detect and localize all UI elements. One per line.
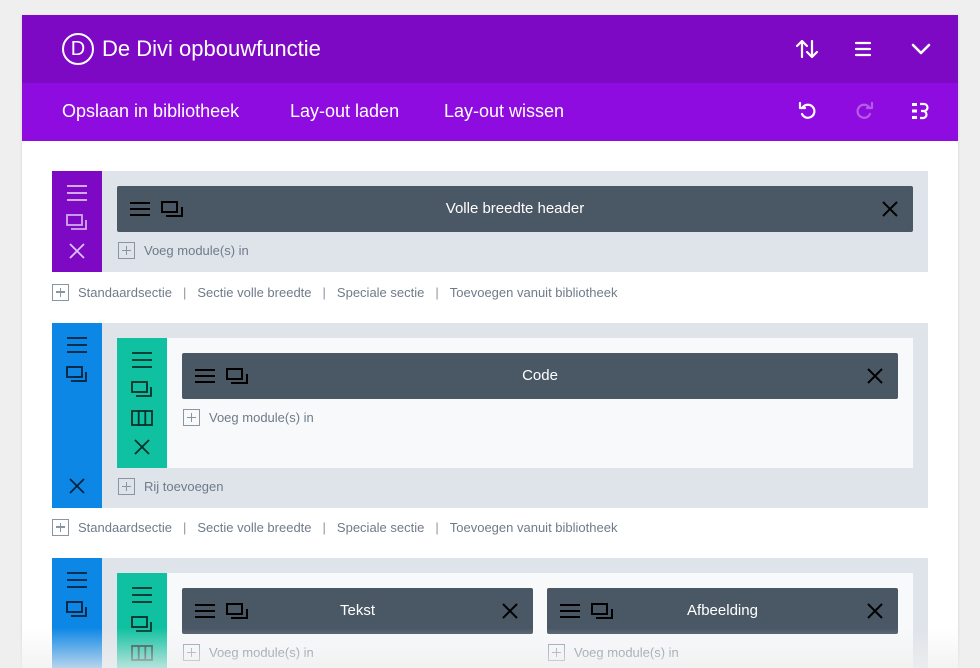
insert-module-button[interactable]: Voeg module(s) in <box>183 409 314 426</box>
insert-module-button[interactable]: Voeg module(s) in <box>183 644 314 661</box>
regular-section: Tekst Afbeelding Voeg module(s) in Voeg … <box>52 558 928 668</box>
insert-module-button[interactable]: Voeg module(s) in <box>548 644 679 661</box>
regular-section: Code Voeg module(s) in Rij toevoegen <box>52 323 928 508</box>
move-menu-icon[interactable] <box>130 585 154 605</box>
redo-icon[interactable] <box>853 100 875 122</box>
history-icon[interactable] <box>909 100 931 122</box>
sort-arrows-icon[interactable] <box>794 37 820 61</box>
plus-icon <box>548 644 565 661</box>
separator: | <box>322 519 326 535</box>
module-duplicate-icon[interactable] <box>226 367 248 385</box>
separator: | <box>182 519 187 535</box>
module-menu-icon[interactable] <box>194 367 216 385</box>
close-icon[interactable] <box>65 241 89 261</box>
add-fullwidth-section[interactable]: Sectie volle breedte <box>197 520 311 535</box>
move-menu-icon[interactable] <box>65 570 89 590</box>
save-to-library-button[interactable]: Opslaan in bibliotheek <box>62 101 239 122</box>
module-menu-icon[interactable] <box>559 602 581 620</box>
duplicate-icon[interactable] <box>65 364 89 384</box>
plus-icon[interactable] <box>52 283 69 301</box>
module-close-icon[interactable] <box>866 367 884 385</box>
move-menu-icon[interactable] <box>65 335 89 355</box>
undo-icon[interactable] <box>797 100 819 122</box>
builder-toolbar: Opslaan in bibliotheek Lay-out laden Lay… <box>22 83 958 141</box>
row-handle[interactable] <box>117 573 167 668</box>
section-handle[interactable] <box>52 558 102 668</box>
module-code[interactable]: Code <box>182 353 898 399</box>
module-close-icon[interactable] <box>866 602 884 620</box>
separator: | <box>435 284 439 300</box>
plus-icon <box>118 478 135 495</box>
plus-icon[interactable] <box>52 518 69 536</box>
separator: | <box>182 284 187 300</box>
duplicate-icon[interactable] <box>130 379 154 399</box>
add-from-library[interactable]: Toevoegen vanuit bibliotheek <box>450 285 618 300</box>
module-duplicate-icon[interactable] <box>161 200 183 218</box>
insert-module-button[interactable]: Voeg module(s) in <box>118 242 249 259</box>
add-standard-section[interactable]: Standaardsectie <box>78 285 172 300</box>
columns-icon[interactable] <box>130 643 154 663</box>
chevron-down-icon[interactable] <box>908 37 934 61</box>
module-close-icon[interactable] <box>501 602 519 620</box>
module-duplicate-icon[interactable] <box>591 602 613 620</box>
module-label: Code <box>522 367 558 384</box>
module-menu-icon[interactable] <box>194 602 216 620</box>
module-close-icon[interactable] <box>881 200 899 218</box>
insert-module-label: Voeg module(s) in <box>209 410 314 425</box>
insert-module-label: Voeg module(s) in <box>144 243 249 258</box>
divi-logo: D <box>62 33 94 65</box>
add-section-bar: Standaardsectie | Sectie volle breedte |… <box>52 517 617 537</box>
separator: | <box>322 284 326 300</box>
builder-title: De Divi opbouwfunctie <box>102 36 321 61</box>
row: Code Voeg module(s) in <box>117 338 913 468</box>
row-handle[interactable] <box>117 338 167 468</box>
plus-icon <box>118 242 135 259</box>
load-layout-button[interactable]: Lay-out laden <box>290 101 399 122</box>
add-row-button[interactable]: Rij toevoegen <box>118 478 224 495</box>
close-icon[interactable] <box>130 437 154 457</box>
plus-icon <box>183 409 200 426</box>
menu-icon[interactable] <box>850 37 876 61</box>
section-handle[interactable] <box>52 171 102 272</box>
separator: | <box>435 519 439 535</box>
module-text[interactable]: Tekst <box>182 588 533 634</box>
add-special-section[interactable]: Speciale sectie <box>337 520 424 535</box>
insert-module-label: Voeg module(s) in <box>209 645 314 660</box>
add-standard-section[interactable]: Standaardsectie <box>78 520 172 535</box>
builder-header: D De Divi opbouwfunctie <box>22 15 958 83</box>
move-menu-icon[interactable] <box>130 350 154 370</box>
plus-icon <box>183 644 200 661</box>
insert-module-label: Voeg module(s) in <box>574 645 679 660</box>
duplicate-icon[interactable] <box>65 599 89 619</box>
module-label: Volle breedte header <box>445 200 585 217</box>
section-handle[interactable] <box>52 323 102 508</box>
add-row-label: Rij toevoegen <box>144 479 224 494</box>
add-from-library[interactable]: Toevoegen vanuit bibliotheek <box>450 520 618 535</box>
module-image[interactable]: Afbeelding <box>547 588 898 634</box>
row: Tekst Afbeelding Voeg module(s) in Voeg … <box>117 573 913 668</box>
close-icon[interactable] <box>65 476 89 496</box>
clear-layout-button[interactable]: Lay-out wissen <box>444 101 564 122</box>
module-menu-icon[interactable] <box>129 200 151 218</box>
add-special-section[interactable]: Speciale sectie <box>337 285 424 300</box>
fullwidth-section: Volle breedte header Voeg module(s) in <box>52 171 928 272</box>
module-duplicate-icon[interactable] <box>226 602 248 620</box>
add-section-bar: Standaardsectie | Sectie volle breedte |… <box>52 282 617 302</box>
move-menu-icon[interactable] <box>65 183 89 203</box>
add-fullwidth-section[interactable]: Sectie volle breedte <box>197 285 311 300</box>
module-fullwidth-header[interactable]: Volle breedte header <box>117 186 913 232</box>
duplicate-icon[interactable] <box>65 212 89 232</box>
duplicate-icon[interactable] <box>130 614 154 634</box>
divi-builder-panel: D De Divi opbouwfunctie Opslaan in bibli… <box>22 15 958 668</box>
columns-icon[interactable] <box>130 408 154 428</box>
